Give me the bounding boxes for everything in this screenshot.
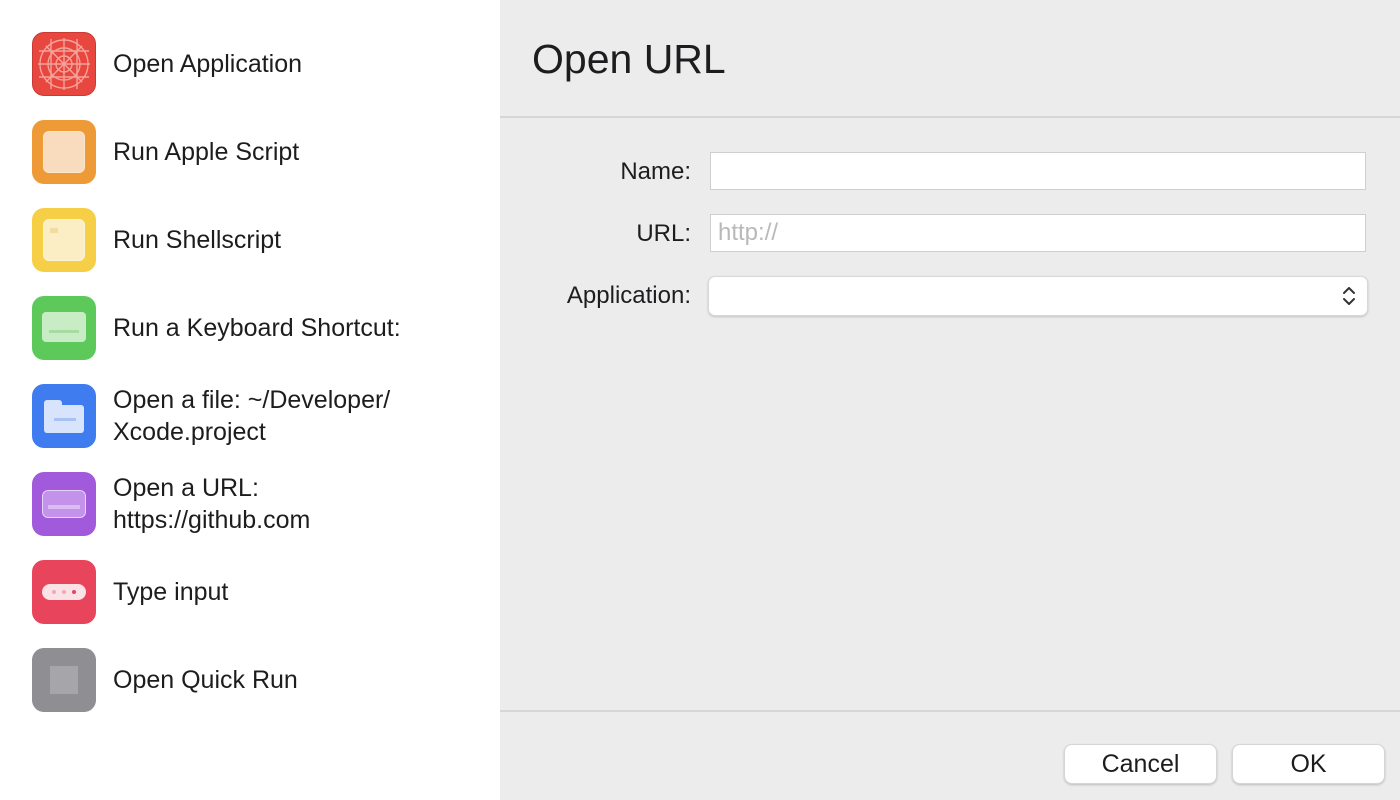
actions-sidebar: Open Application Run Apple Script Run Sh… xyxy=(0,0,500,800)
application-label: Application: xyxy=(566,282,691,309)
action-run-apple-script-label: Run Apple Script xyxy=(113,138,300,166)
open-application-icon xyxy=(32,32,96,96)
action-open-quick-run-label: Open Quick Run xyxy=(113,666,298,694)
url-field[interactable] xyxy=(710,214,1366,252)
page-title: Open URL xyxy=(532,36,726,82)
action-open-application[interactable]: Open Application xyxy=(32,32,472,96)
name-field[interactable] xyxy=(710,152,1366,190)
chevron-up-down-icon xyxy=(1341,284,1357,313)
action-run-keyboard-shortcut[interactable]: Run a Keyboard Shortcut: xyxy=(32,296,472,360)
action-run-shellscript-label: Run Shellscript xyxy=(113,226,282,254)
application-select[interactable] xyxy=(708,276,1368,316)
cancel-button[interactable]: Cancel xyxy=(1064,744,1217,784)
action-run-shellscript[interactable]: Run Shellscript xyxy=(32,208,472,272)
apple-script-icon xyxy=(32,120,96,184)
action-type-input[interactable]: Type input xyxy=(32,560,472,624)
header-divider xyxy=(500,116,1400,118)
action-run-keyboard-shortcut-label: Run a Keyboard Shortcut: xyxy=(113,314,401,342)
open-url-panel: Open URL Name: URL: Application: Cancel … xyxy=(500,0,1400,800)
folder-icon xyxy=(32,384,96,448)
action-open-file[interactable]: Open a file: ~/Developer/ Xcode.project xyxy=(32,384,472,448)
action-open-url[interactable]: Open a URL: https://github.com xyxy=(32,472,472,536)
action-open-application-label: Open Application xyxy=(113,50,303,78)
action-open-file-label: Open a file: ~/Developer/ Xcode.project xyxy=(113,386,391,446)
type-input-icon xyxy=(32,560,96,624)
action-open-quick-run[interactable]: Open Quick Run xyxy=(32,648,472,712)
quick-run-icon xyxy=(32,648,96,712)
ok-button[interactable]: OK xyxy=(1232,744,1385,784)
footer-divider xyxy=(500,710,1400,712)
url-icon xyxy=(32,472,96,536)
shellscript-icon xyxy=(32,208,96,272)
url-label: URL: xyxy=(636,220,691,247)
keyboard-icon xyxy=(32,296,96,360)
name-label: Name: xyxy=(620,158,691,185)
action-run-apple-script[interactable]: Run Apple Script xyxy=(32,120,472,184)
action-open-url-label: Open a URL: https://github.com xyxy=(113,474,311,534)
action-type-input-label: Type input xyxy=(113,578,229,606)
